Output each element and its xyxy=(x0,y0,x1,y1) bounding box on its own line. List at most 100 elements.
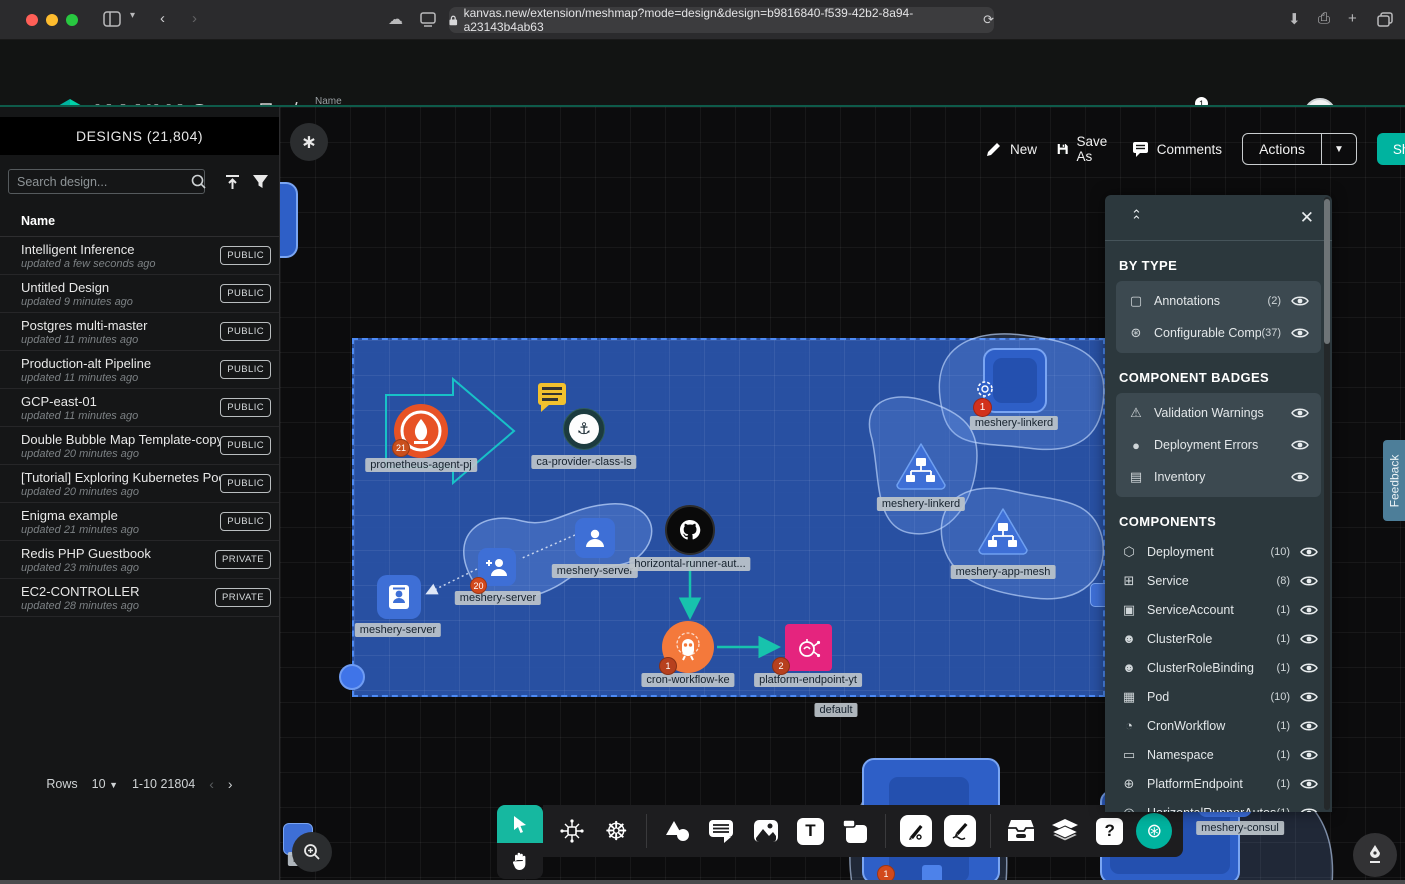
new-button[interactable]: New xyxy=(985,141,1037,158)
design-list-item[interactable]: Intelligent Inference updated a few seco… xyxy=(0,237,279,275)
node-meshery-linkerd-deployment[interactable] xyxy=(983,348,1047,413)
comment-annotation-icon[interactable] xyxy=(538,383,566,405)
actions-caret-icon[interactable]: ▼ xyxy=(1322,144,1356,155)
design-list-item[interactable]: [Tutorial] Exploring Kubernetes Pod upda… xyxy=(0,465,279,503)
collapse-panel-icon[interactable]: ⌃⌃ xyxy=(1131,212,1142,224)
node-ca-provider-class[interactable]: ⚓ xyxy=(563,408,605,450)
annotation-pen-tool-button[interactable] xyxy=(897,812,935,850)
comment-tool-button[interactable] xyxy=(703,812,741,850)
visibility-eye-icon[interactable] xyxy=(1300,604,1318,616)
design-list-item[interactable]: GCP-east-01 updated 11 minutes ago PUBLI… xyxy=(0,389,279,427)
cloud-icon[interactable]: ☁ xyxy=(388,10,403,28)
reader-icon[interactable] xyxy=(420,12,436,27)
design-list-item[interactable]: Postgres multi-master updated 11 minutes… xyxy=(0,313,279,351)
zoom-button[interactable] xyxy=(292,832,332,872)
node-meshery-linkerd-service[interactable] xyxy=(893,440,949,490)
reload-icon[interactable]: ⟳ xyxy=(983,12,994,28)
design-list-item[interactable]: Enigma example updated 21 minutes ago PU… xyxy=(0,503,279,541)
node-meshery-server-serviceaccount[interactable] xyxy=(377,575,421,619)
visibility-eye-icon[interactable] xyxy=(1300,691,1318,703)
window-minimize-button[interactable] xyxy=(46,14,58,26)
visibility-eye-icon[interactable] xyxy=(1300,575,1318,587)
visibility-eye-icon[interactable] xyxy=(1300,778,1318,790)
forward-icon[interactable]: › xyxy=(192,10,197,27)
visibility-eye-icon[interactable] xyxy=(1291,327,1309,339)
visibility-eye-icon[interactable] xyxy=(1300,662,1318,674)
design-list-item[interactable]: Double Bubble Map Template-copy updated … xyxy=(0,427,279,465)
address-bar[interactable]: kanvas.new/extension/meshmap?mode=design… xyxy=(449,7,994,33)
component-visibility-row[interactable]: ▦ Pod (10) xyxy=(1105,682,1332,711)
selection-resize-handle[interactable] xyxy=(339,664,365,690)
rows-per-page-select[interactable]: 10 ▼ xyxy=(92,777,118,791)
node-prometheus-agent[interactable] xyxy=(378,369,523,494)
freehand-draw-tool-button[interactable] xyxy=(941,812,979,850)
share-icon[interactable]: ⎙ xyxy=(1318,10,1330,27)
feedback-tab[interactable]: Feedback xyxy=(1383,440,1405,521)
node-horizontal-runner-github[interactable] xyxy=(665,505,715,555)
text-tool-button[interactable]: T xyxy=(792,812,830,850)
drawer-tool-button[interactable] xyxy=(1002,812,1040,850)
visibility-eye-icon[interactable] xyxy=(1300,749,1318,761)
actions-split-button[interactable]: Actions ▼ xyxy=(1242,133,1357,165)
node-platform-endpoint[interactable] xyxy=(785,624,832,671)
visibility-eye-icon[interactable] xyxy=(1291,471,1309,483)
visibility-eye-icon[interactable] xyxy=(1291,439,1309,451)
component-visibility-row[interactable]: ▣ ServiceAccount (1) xyxy=(1105,595,1332,624)
window-close-button[interactable] xyxy=(26,14,38,26)
components-tool-button[interactable] xyxy=(553,812,591,850)
component-visibility-row[interactable]: ⊕ PlatformEndpoint (1) xyxy=(1105,769,1332,798)
visibility-eye-icon[interactable] xyxy=(1300,633,1318,645)
tab-overview-icon[interactable] xyxy=(1377,12,1393,27)
import-design-icon[interactable] xyxy=(224,174,241,190)
badge-toggle-row[interactable]: ● Deployment Errors xyxy=(1116,429,1321,461)
component-visibility-row[interactable]: ⬡ Deployment (10) xyxy=(1105,537,1332,566)
meshery-extension-button[interactable]: ⊛ xyxy=(1136,812,1174,850)
component-visibility-row[interactable]: ☻ ClusterRole (1) xyxy=(1105,624,1332,653)
image-tool-button[interactable] xyxy=(747,812,785,850)
visibility-eye-icon[interactable] xyxy=(1300,807,1318,813)
component-visibility-row[interactable]: ⊞ Service (8) xyxy=(1105,566,1332,595)
node-meshery-server-clusterrole[interactable] xyxy=(575,518,615,558)
column-header-name[interactable]: Name xyxy=(0,204,279,237)
shapes-tool-button[interactable] xyxy=(658,812,696,850)
design-list-item[interactable]: Redis PHP Guestbook updated 23 minutes a… xyxy=(0,541,279,579)
visibility-eye-icon[interactable] xyxy=(1300,546,1318,558)
prev-page-icon[interactable]: ‹ xyxy=(209,776,214,792)
help-tool-button[interactable]: ? xyxy=(1091,812,1129,850)
sidebar-toggle-icon[interactable] xyxy=(103,11,121,27)
design-list-item[interactable]: Untitled Design updated 9 minutes ago PU… xyxy=(0,275,279,313)
layer-type-row[interactable]: ▢ Annotations (2) xyxy=(1116,285,1321,317)
comments-button[interactable]: Comments xyxy=(1132,141,1222,157)
component-visibility-row[interactable]: ◔ CronWorkflow (1) xyxy=(1105,711,1332,740)
kubernetes-tool-button[interactable]: ☸ xyxy=(598,812,636,850)
chevron-down-icon[interactable]: ▾ xyxy=(130,10,135,21)
share-button[interactable]: Share xyxy=(1377,133,1405,165)
visibility-eye-icon[interactable] xyxy=(1300,720,1318,732)
layer-type-row[interactable]: ⊛ Configurable Compon… (37) xyxy=(1116,317,1321,349)
select-tool-button[interactable] xyxy=(497,805,543,843)
component-visibility-row[interactable]: ▭ Namespace (1) xyxy=(1105,740,1332,769)
new-tab-icon[interactable]: + xyxy=(1348,10,1357,27)
pan-tool-button[interactable] xyxy=(497,843,543,879)
badge-toggle-row[interactable]: ⚠ Validation Warnings xyxy=(1116,397,1321,429)
sticky-note-tool-button[interactable] xyxy=(836,812,874,850)
design-list-item[interactable]: Production-alt Pipeline updated 11 minut… xyxy=(0,351,279,389)
visibility-eye-icon[interactable] xyxy=(1291,407,1309,419)
partial-node-left[interactable] xyxy=(280,182,298,258)
pen-mode-button[interactable] xyxy=(1353,833,1397,877)
downloads-icon[interactable]: ⬇ xyxy=(1288,10,1301,28)
close-panel-icon[interactable]: ✕ xyxy=(1300,208,1314,228)
window-zoom-button[interactable] xyxy=(66,14,78,26)
next-page-icon[interactable]: › xyxy=(228,776,233,792)
freeze-layout-button[interactable]: ∗ xyxy=(290,123,328,161)
badge-toggle-row[interactable]: ▤ Inventory xyxy=(1116,461,1321,493)
panel-scrollbar-thumb[interactable] xyxy=(1324,199,1330,344)
search-input[interactable] xyxy=(8,169,205,194)
component-visibility-row[interactable]: ◎ HorizontalRunnerAutosc… (1) xyxy=(1105,798,1332,812)
back-icon[interactable]: ‹ xyxy=(160,10,165,27)
design-list-item[interactable]: EC2-CONTROLLER updated 28 minutes ago PR… xyxy=(0,579,279,617)
node-meshery-app-mesh[interactable] xyxy=(975,505,1031,555)
filter-icon[interactable] xyxy=(252,174,269,189)
save-as-button[interactable]: Save As xyxy=(1057,134,1112,164)
visibility-eye-icon[interactable] xyxy=(1291,295,1309,307)
